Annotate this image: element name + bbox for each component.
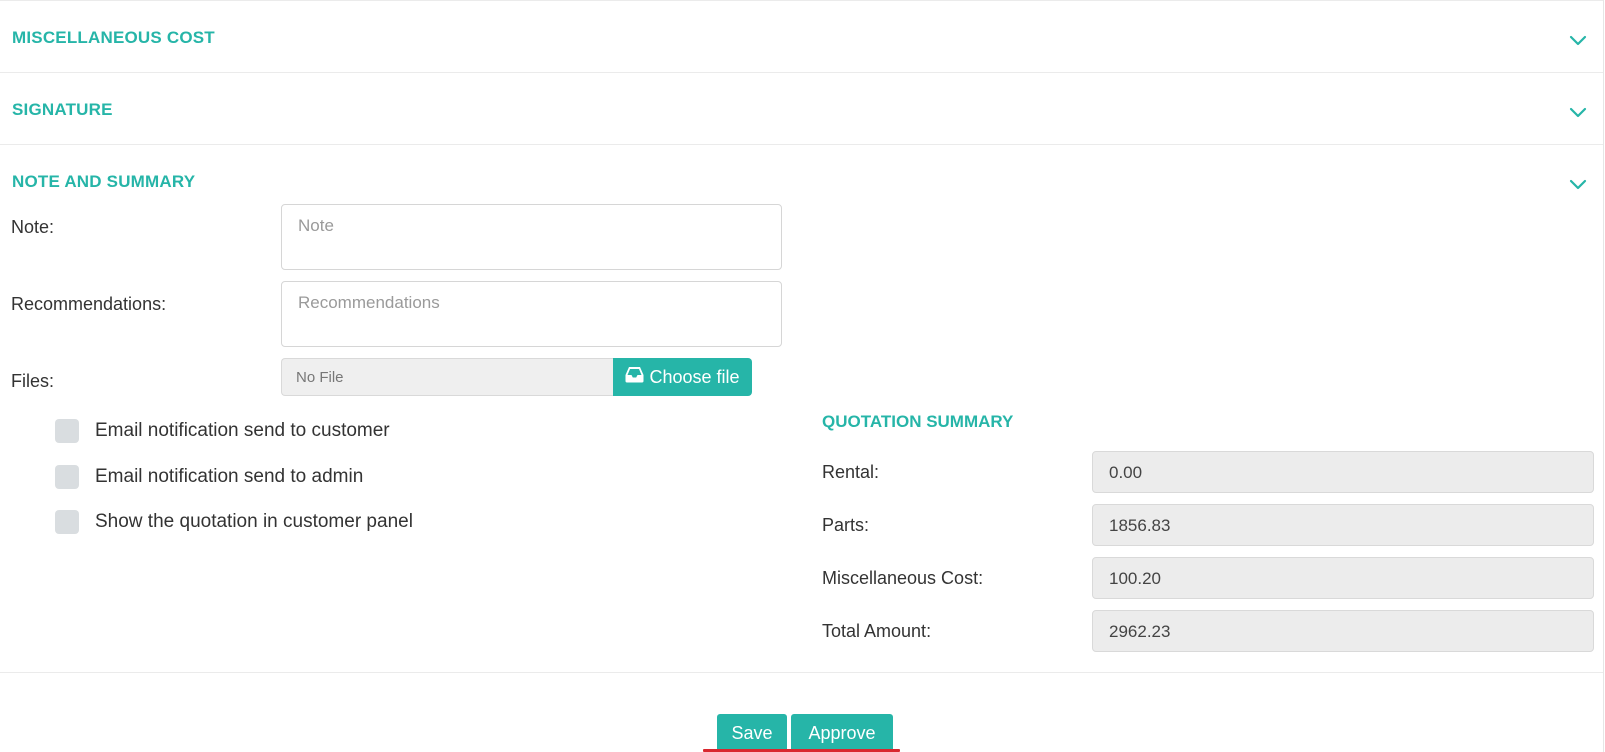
total-amount-value: 2962.23: [1109, 622, 1171, 641]
chevron-down-icon[interactable]: [1569, 107, 1587, 119]
file-input[interactable]: No File: [281, 358, 613, 396]
recommendations-field[interactable]: Recommendations: [281, 281, 782, 347]
quotation-form-page: MISCELLANEOUS COST SIGNATURE NOTE AND SU…: [0, 0, 1605, 752]
file-input-value: No File: [296, 369, 344, 386]
chevron-down-icon[interactable]: [1569, 35, 1587, 47]
total-amount-label: Total Amount:: [822, 621, 932, 641]
recommendations-label: Recommendations:: [11, 294, 167, 314]
note-label: Note:: [11, 217, 55, 237]
approve-button[interactable]: Approve: [791, 714, 893, 752]
section-miscellaneous-cost[interactable]: MISCELLANEOUS COST: [0, 0, 1603, 70]
save-button[interactable]: Save: [717, 714, 787, 752]
section-title: SIGNATURE: [12, 100, 113, 119]
total-amount-value-field: 2962.23: [1092, 610, 1594, 652]
rental-value: 0.00: [1109, 463, 1143, 482]
chevron-down-icon[interactable]: [1569, 179, 1587, 191]
checkbox-label: Email notification send to customer: [95, 420, 390, 441]
files-label: Files:: [11, 371, 55, 391]
misc-cost-value-field: 100.20: [1092, 557, 1594, 599]
note-field[interactable]: Note: [281, 204, 782, 270]
checkbox[interactable]: [55, 465, 79, 489]
section-signature[interactable]: SIGNATURE: [0, 72, 1603, 142]
email-admin-option[interactable]: Email notification send to admin: [55, 464, 363, 490]
section-note-and-summary[interactable]: NOTE AND SUMMARY: [0, 144, 1603, 191]
recommendations-placeholder: Recommendations: [298, 293, 440, 312]
checkbox-label: Show the quotation in customer panel: [95, 511, 413, 532]
misc-cost-value: 100.20: [1109, 569, 1161, 588]
show-customer-panel-option[interactable]: Show the quotation in customer panel: [55, 509, 413, 535]
parts-label: Parts:: [822, 515, 870, 535]
rental-value-field: 0.00: [1092, 451, 1594, 493]
section-title: NOTE AND SUMMARY: [12, 172, 196, 191]
email-customer-option[interactable]: Email notification send to customer: [55, 418, 390, 444]
section-title: MISCELLANEOUS COST: [12, 28, 215, 47]
note-placeholder: Note: [298, 216, 334, 235]
parts-value: 1856.83: [1109, 516, 1171, 535]
choose-file-button[interactable]: Choose file: [613, 358, 752, 396]
misc-cost-label: Miscellaneous Cost:: [822, 568, 984, 588]
inbox-icon: [625, 366, 644, 388]
choose-file-label: Choose file: [649, 366, 740, 387]
page-border: [1603, 0, 1604, 752]
rental-label: Rental:: [822, 462, 880, 482]
checkbox[interactable]: [55, 419, 79, 443]
divider: [0, 672, 1603, 673]
checkbox[interactable]: [55, 510, 79, 534]
parts-value-field: 1856.83: [1092, 504, 1594, 546]
quotation-summary-title: QUOTATION SUMMARY: [822, 412, 1014, 431]
checkbox-label: Email notification send to admin: [95, 466, 364, 487]
